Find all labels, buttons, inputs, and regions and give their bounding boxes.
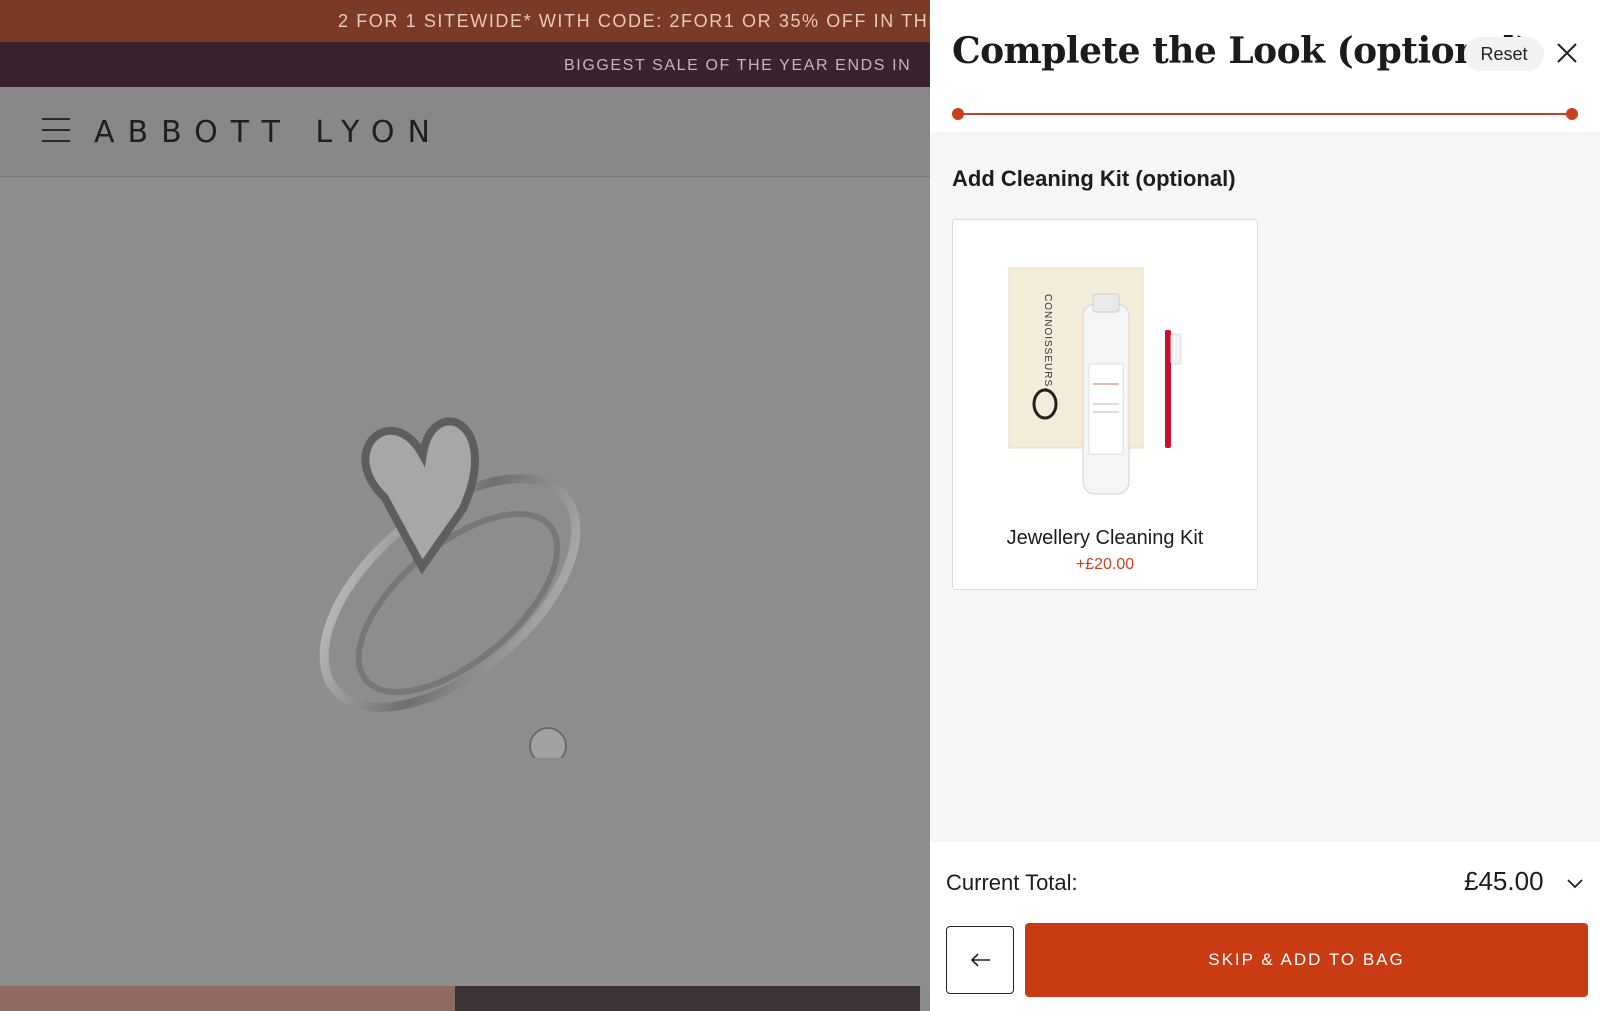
- drawer-header: Complete the Look (optional) Reset: [930, 0, 1600, 132]
- total-label: Current Total:: [946, 870, 1078, 895]
- site-header: ABBOTT LYON: [0, 87, 930, 177]
- back-button[interactable]: [946, 926, 1014, 994]
- product-hero-image: [0, 178, 930, 986]
- arrow-left-icon: [971, 953, 990, 967]
- sale-text: BIGGEST SALE OF THE YEAR ENDS IN: [564, 57, 912, 74]
- product-name: Jewellery Cleaning Kit: [1006, 527, 1204, 549]
- promo-banner[interactable]: 2 FOR 1 SITEWIDE* WITH CODE: 2FOR1 OR 35…: [0, 0, 930, 42]
- cleaning-kit-image: CONNOISSEURS.: [1008, 267, 1182, 495]
- bottom-image-right: [455, 986, 920, 1011]
- bottom-image-left: [0, 986, 455, 1011]
- drawer-title: Complete the Look (optional): [952, 30, 1533, 72]
- product-card-cleaning-kit[interactable]: CONNOISSEURS. Jewellery Cleaning Kit +£2…: [952, 219, 1258, 590]
- drawer-footer: Current Total: £45.00 SKIP & ADD TO BAG: [930, 842, 1600, 1011]
- hamburger-menu-icon[interactable]: [42, 118, 70, 142]
- progress-end-dot: [1566, 108, 1578, 120]
- brand-print: CONNOISSEURS.: [1042, 294, 1053, 391]
- close-icon[interactable]: [1554, 40, 1580, 66]
- progress-track: [958, 113, 1572, 115]
- chevron-down-icon[interactable]: [1566, 874, 1584, 892]
- promo-text: 2 FOR 1 SITEWIDE* WITH CODE: 2FOR1 OR 35…: [338, 11, 930, 31]
- product-price: +£20.00: [1075, 556, 1135, 573]
- step-progress-bar: [952, 107, 1578, 121]
- progress-start-dot: [952, 108, 964, 120]
- complete-the-look-drawer: Complete the Look (optional) Reset Add C…: [930, 0, 1600, 1011]
- sale-countdown-banner: BIGGEST SALE OF THE YEAR ENDS IN 08: [0, 42, 930, 87]
- heart-ring-image: [319, 417, 581, 758]
- skip-add-to-bag-button[interactable]: SKIP & ADD TO BAG: [1025, 923, 1588, 997]
- total-value[interactable]: £45.00: [1464, 866, 1544, 897]
- reset-button[interactable]: Reset: [1464, 37, 1544, 71]
- site-logo[interactable]: ABBOTT LYON: [94, 115, 443, 150]
- section-title: Add Cleaning Kit (optional): [952, 166, 1236, 191]
